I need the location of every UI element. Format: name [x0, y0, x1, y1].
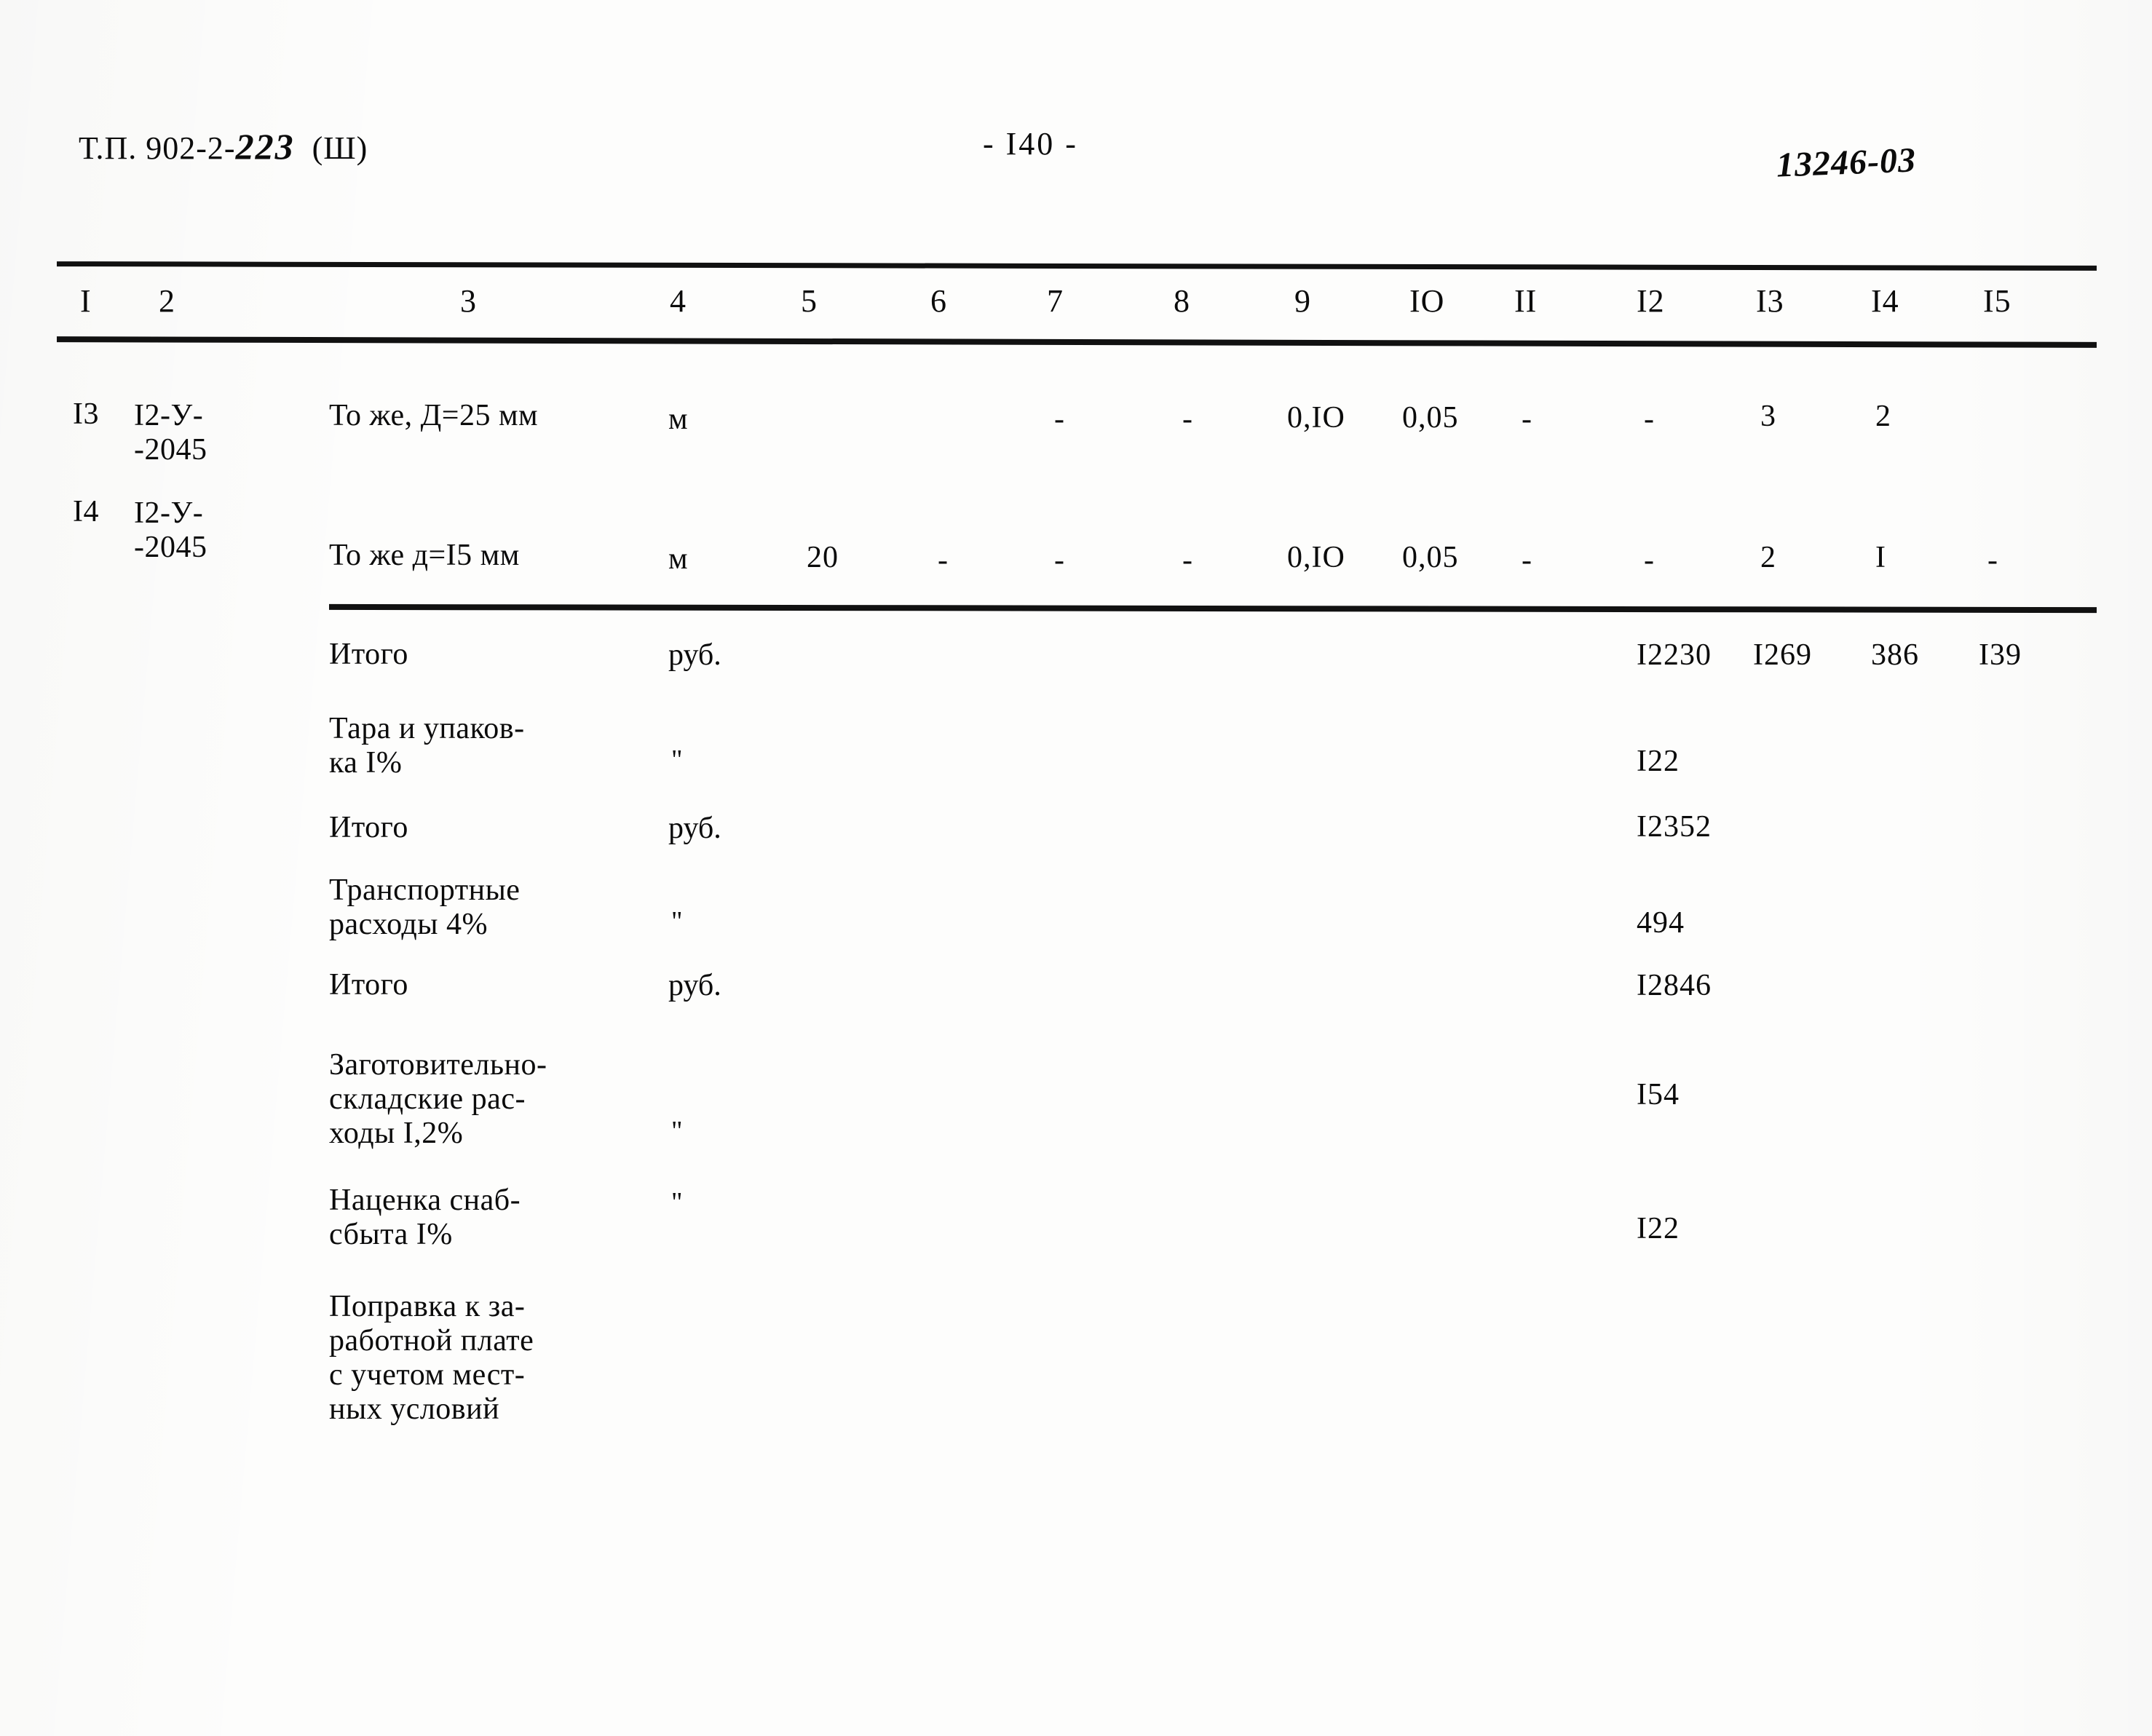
summary-label: Наценка снаб- сбыта I% — [329, 1184, 521, 1252]
summary-label: Заготовительно- складские рас- ходы I,2% — [329, 1048, 547, 1151]
row-unit: м — [668, 403, 688, 436]
column-header-15: I5 — [1983, 283, 2011, 319]
row-col6: - — [938, 544, 948, 577]
document-series-code: Т.П. 902-2-223 (Ш) — [79, 125, 368, 167]
row-code: I2-У- -2045 — [134, 496, 207, 565]
column-header-13: I3 — [1756, 283, 1784, 319]
column-header-11: II — [1514, 283, 1538, 319]
summary-label: Тара и упаков- ка I% — [329, 712, 525, 780]
album-label: (Ш) — [312, 130, 368, 166]
summary-unit: руб. — [668, 812, 721, 845]
paper-background — [0, 0, 2152, 1736]
row-col12: - — [1644, 544, 1654, 577]
column-header-8: 8 — [1174, 283, 1190, 319]
column-header-14: I4 — [1871, 283, 1899, 319]
summary-col12: 494 — [1637, 906, 1685, 940]
handwritten-archive-mark: 13246-03 — [1776, 140, 1917, 185]
summary-col12: I22 — [1637, 745, 1680, 778]
row-code: I2-У- -2045 — [134, 399, 207, 467]
series-label: Т.П. 902-2- — [79, 130, 236, 166]
summary-col14: 386 — [1871, 638, 1919, 672]
summary-col12: I54 — [1637, 1078, 1680, 1111]
series-number: 223 — [235, 126, 295, 167]
row-col11: - — [1522, 403, 1532, 436]
row-col14: 2 — [1875, 400, 1891, 433]
summary-unit: руб. — [668, 638, 721, 672]
column-header-9: 9 — [1294, 283, 1311, 319]
column-header-5: 5 — [801, 283, 818, 319]
row-col9: 0,IO — [1287, 401, 1345, 435]
summary-label: Транспортные расходы 4% — [329, 873, 521, 942]
row-col8: - — [1182, 403, 1192, 436]
table-row: I3 — [73, 399, 99, 430]
column-header-3: 3 — [460, 283, 477, 319]
summary-unit: руб. — [668, 969, 721, 1002]
column-header-1: I — [80, 283, 92, 319]
column-header-2: 2 — [159, 283, 175, 319]
column-header-4: 4 — [670, 283, 687, 319]
column-header-6: 6 — [930, 283, 947, 319]
summary-separator-rule — [328, 603, 2097, 614]
row-col7: - — [1054, 403, 1064, 436]
row-quantity: 20 — [807, 541, 839, 574]
summary-label: Итого — [329, 638, 408, 671]
row-col12: - — [1644, 403, 1654, 436]
table-row: I4 — [73, 496, 99, 528]
summary-col15: I39 — [1979, 638, 2022, 672]
summary-unit: " — [671, 1116, 683, 1146]
row-col13: 2 — [1760, 541, 1776, 574]
summary-col13: I269 — [1753, 638, 1812, 672]
column-header-12: I2 — [1637, 283, 1665, 319]
row-col9: 0,IO — [1287, 541, 1345, 574]
row-col10: 0,05 — [1402, 541, 1459, 574]
row-col13: 3 — [1760, 400, 1776, 433]
page-number: - I40 - — [983, 126, 1078, 162]
summary-col12: I2846 — [1637, 969, 1712, 1002]
row-col15: - — [1987, 544, 1998, 577]
column-header-10: IO — [1409, 283, 1445, 319]
summary-col12: I2230 — [1637, 638, 1712, 672]
document-page: Т.П. 902-2-223 (Ш) - I40 - 13246-03 I 2 … — [0, 0, 2152, 1736]
column-header-7: 7 — [1047, 283, 1064, 319]
row-col8: - — [1182, 544, 1192, 577]
row-description: То же, Д=25 мм — [329, 399, 539, 432]
summary-label: Поправка к за- работной плате с учетом м… — [329, 1290, 534, 1427]
summary-unit: " — [671, 745, 683, 775]
table-top-rule — [56, 261, 2097, 271]
row-description: То же д=I5 мм — [329, 539, 520, 572]
table-header-rule — [56, 336, 2097, 348]
summary-label: Итого — [329, 811, 408, 844]
summary-unit: " — [671, 906, 683, 937]
summary-unit: " — [671, 1187, 683, 1218]
row-col7: - — [1054, 544, 1064, 577]
row-col10: 0,05 — [1402, 401, 1459, 435]
row-unit: м — [668, 542, 688, 576]
row-col11: - — [1522, 544, 1532, 577]
row-col14: I — [1875, 541, 1886, 574]
summary-label: Итого — [329, 968, 408, 1002]
row-number: I4 — [73, 495, 99, 528]
summary-col12: I22 — [1637, 1212, 1680, 1245]
summary-col12: I2352 — [1637, 810, 1712, 844]
row-number: I3 — [73, 397, 99, 431]
